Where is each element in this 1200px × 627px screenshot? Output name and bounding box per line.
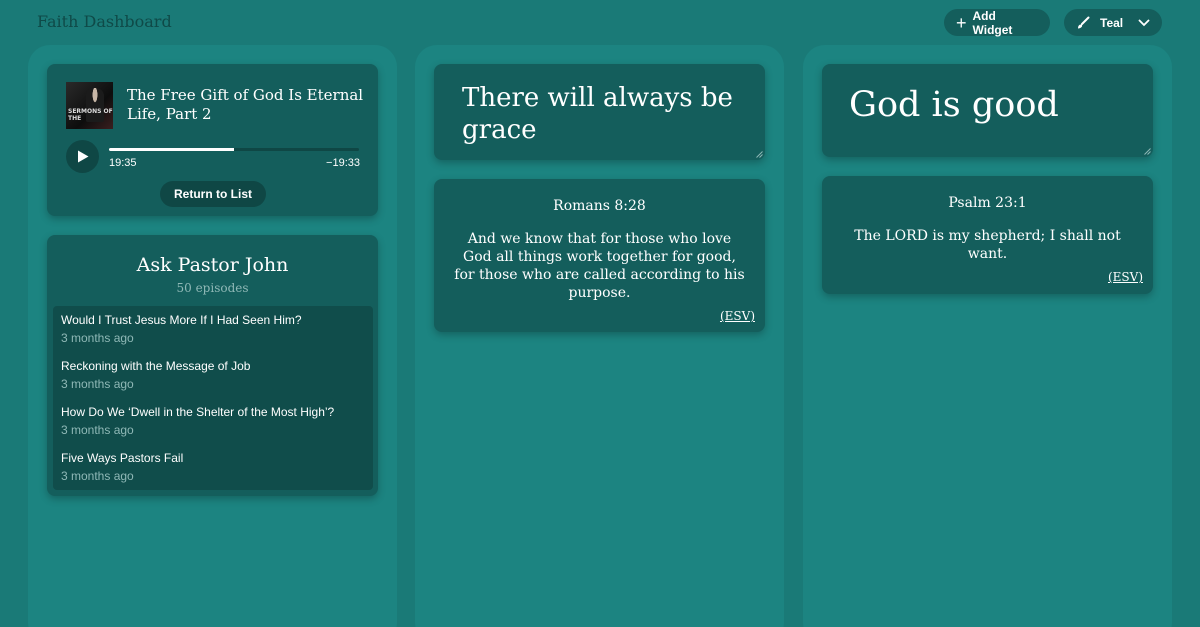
note-text: There will always be grace: [462, 83, 733, 145]
widget-column-3: God is good Psalm 23:1 The LORD is my sh…: [803, 45, 1172, 627]
play-icon: [77, 150, 88, 163]
plus-icon: +: [956, 12, 967, 33]
episode-age: 3 months ago: [61, 469, 134, 483]
esv-link[interactable]: (ESV): [720, 309, 755, 323]
esv-link[interactable]: (ESV): [1108, 270, 1143, 284]
episode-name: Five Ways Pastors Fail: [61, 451, 184, 465]
list-item[interactable]: Would I Trust Jesus More If I Had Seen H…: [53, 310, 373, 356]
episode-age: 3 months ago: [61, 377, 134, 391]
progress-fill: [109, 148, 234, 151]
episode-count: 50 episodes: [176, 281, 249, 295]
resize-grip-icon[interactable]: [1144, 148, 1151, 155]
note-text: God is good: [849, 85, 1059, 125]
episode-name: How Do We ‘Dwell in the Shelter of the M…: [61, 405, 335, 419]
list-item[interactable]: Five Ways Pastors Fail 3 months ago: [53, 448, 373, 494]
episode-age: 3 months ago: [61, 331, 134, 345]
verse-text: And we know that for those who love God …: [454, 231, 745, 301]
episode-name: Reckoning with the Message of Job: [61, 359, 251, 373]
episode-name: Would I Trust Jesus More If I Had Seen H…: [61, 313, 302, 327]
episode-age: 3 months ago: [61, 423, 134, 437]
chevron-down-icon: [1138, 19, 1150, 26]
episode-title: The Free Gift of God Is Eternal Life, Pa…: [127, 86, 364, 123]
play-button[interactable]: [66, 140, 99, 173]
podcast-title: Ask Pastor John: [136, 254, 289, 276]
resize-grip-icon[interactable]: [756, 151, 763, 158]
add-widget-label: Add Widget: [972, 8, 1013, 37]
list-item[interactable]: How Do We ‘Dwell in the Shelter of the M…: [53, 402, 373, 448]
app-title: Faith Dashboard: [37, 12, 172, 31]
return-to-list-button[interactable]: Return to List: [160, 181, 266, 207]
theme-select[interactable]: Teal: [1064, 9, 1162, 36]
verse-card: Romans 8:28 And we know that for those w…: [434, 179, 765, 332]
album-art-text: SERMONS OF THE: [68, 108, 113, 122]
brush-icon: [1078, 16, 1090, 28]
note-textarea[interactable]: There will always be grace: [434, 64, 765, 160]
elapsed-time: 19:35: [109, 157, 137, 169]
note-textarea[interactable]: God is good: [822, 64, 1153, 157]
sermon-player-card: SERMONS OF THE The Free Gift of God Is E…: [47, 64, 378, 216]
add-widget-button[interactable]: + Add Widget: [944, 8, 1050, 37]
verse-text: The LORD is my shepherd; I shall not wan…: [854, 228, 1121, 262]
verse-reference: Psalm 23:1: [948, 195, 1027, 211]
album-art: SERMONS OF THE: [66, 82, 113, 129]
list-item[interactable]: Reckoning with the Message of Job 3 mont…: [53, 356, 373, 402]
podcast-card: Ask Pastor John 50 episodes Would I Trus…: [47, 235, 378, 496]
episode-list: Would I Trust Jesus More If I Had Seen H…: [53, 306, 373, 490]
widget-column-1: SERMONS OF THE The Free Gift of God Is E…: [28, 45, 397, 627]
widget-column-2: There will always be grace Romans 8:28 A…: [415, 45, 784, 627]
verse-reference: Romans 8:28: [553, 198, 646, 214]
theme-label: Teal: [1100, 15, 1124, 30]
verse-card: Psalm 23:1 The LORD is my shepherd; I sh…: [822, 176, 1153, 294]
progress-bar[interactable]: [109, 148, 359, 151]
remaining-time: −19:33: [326, 157, 360, 169]
